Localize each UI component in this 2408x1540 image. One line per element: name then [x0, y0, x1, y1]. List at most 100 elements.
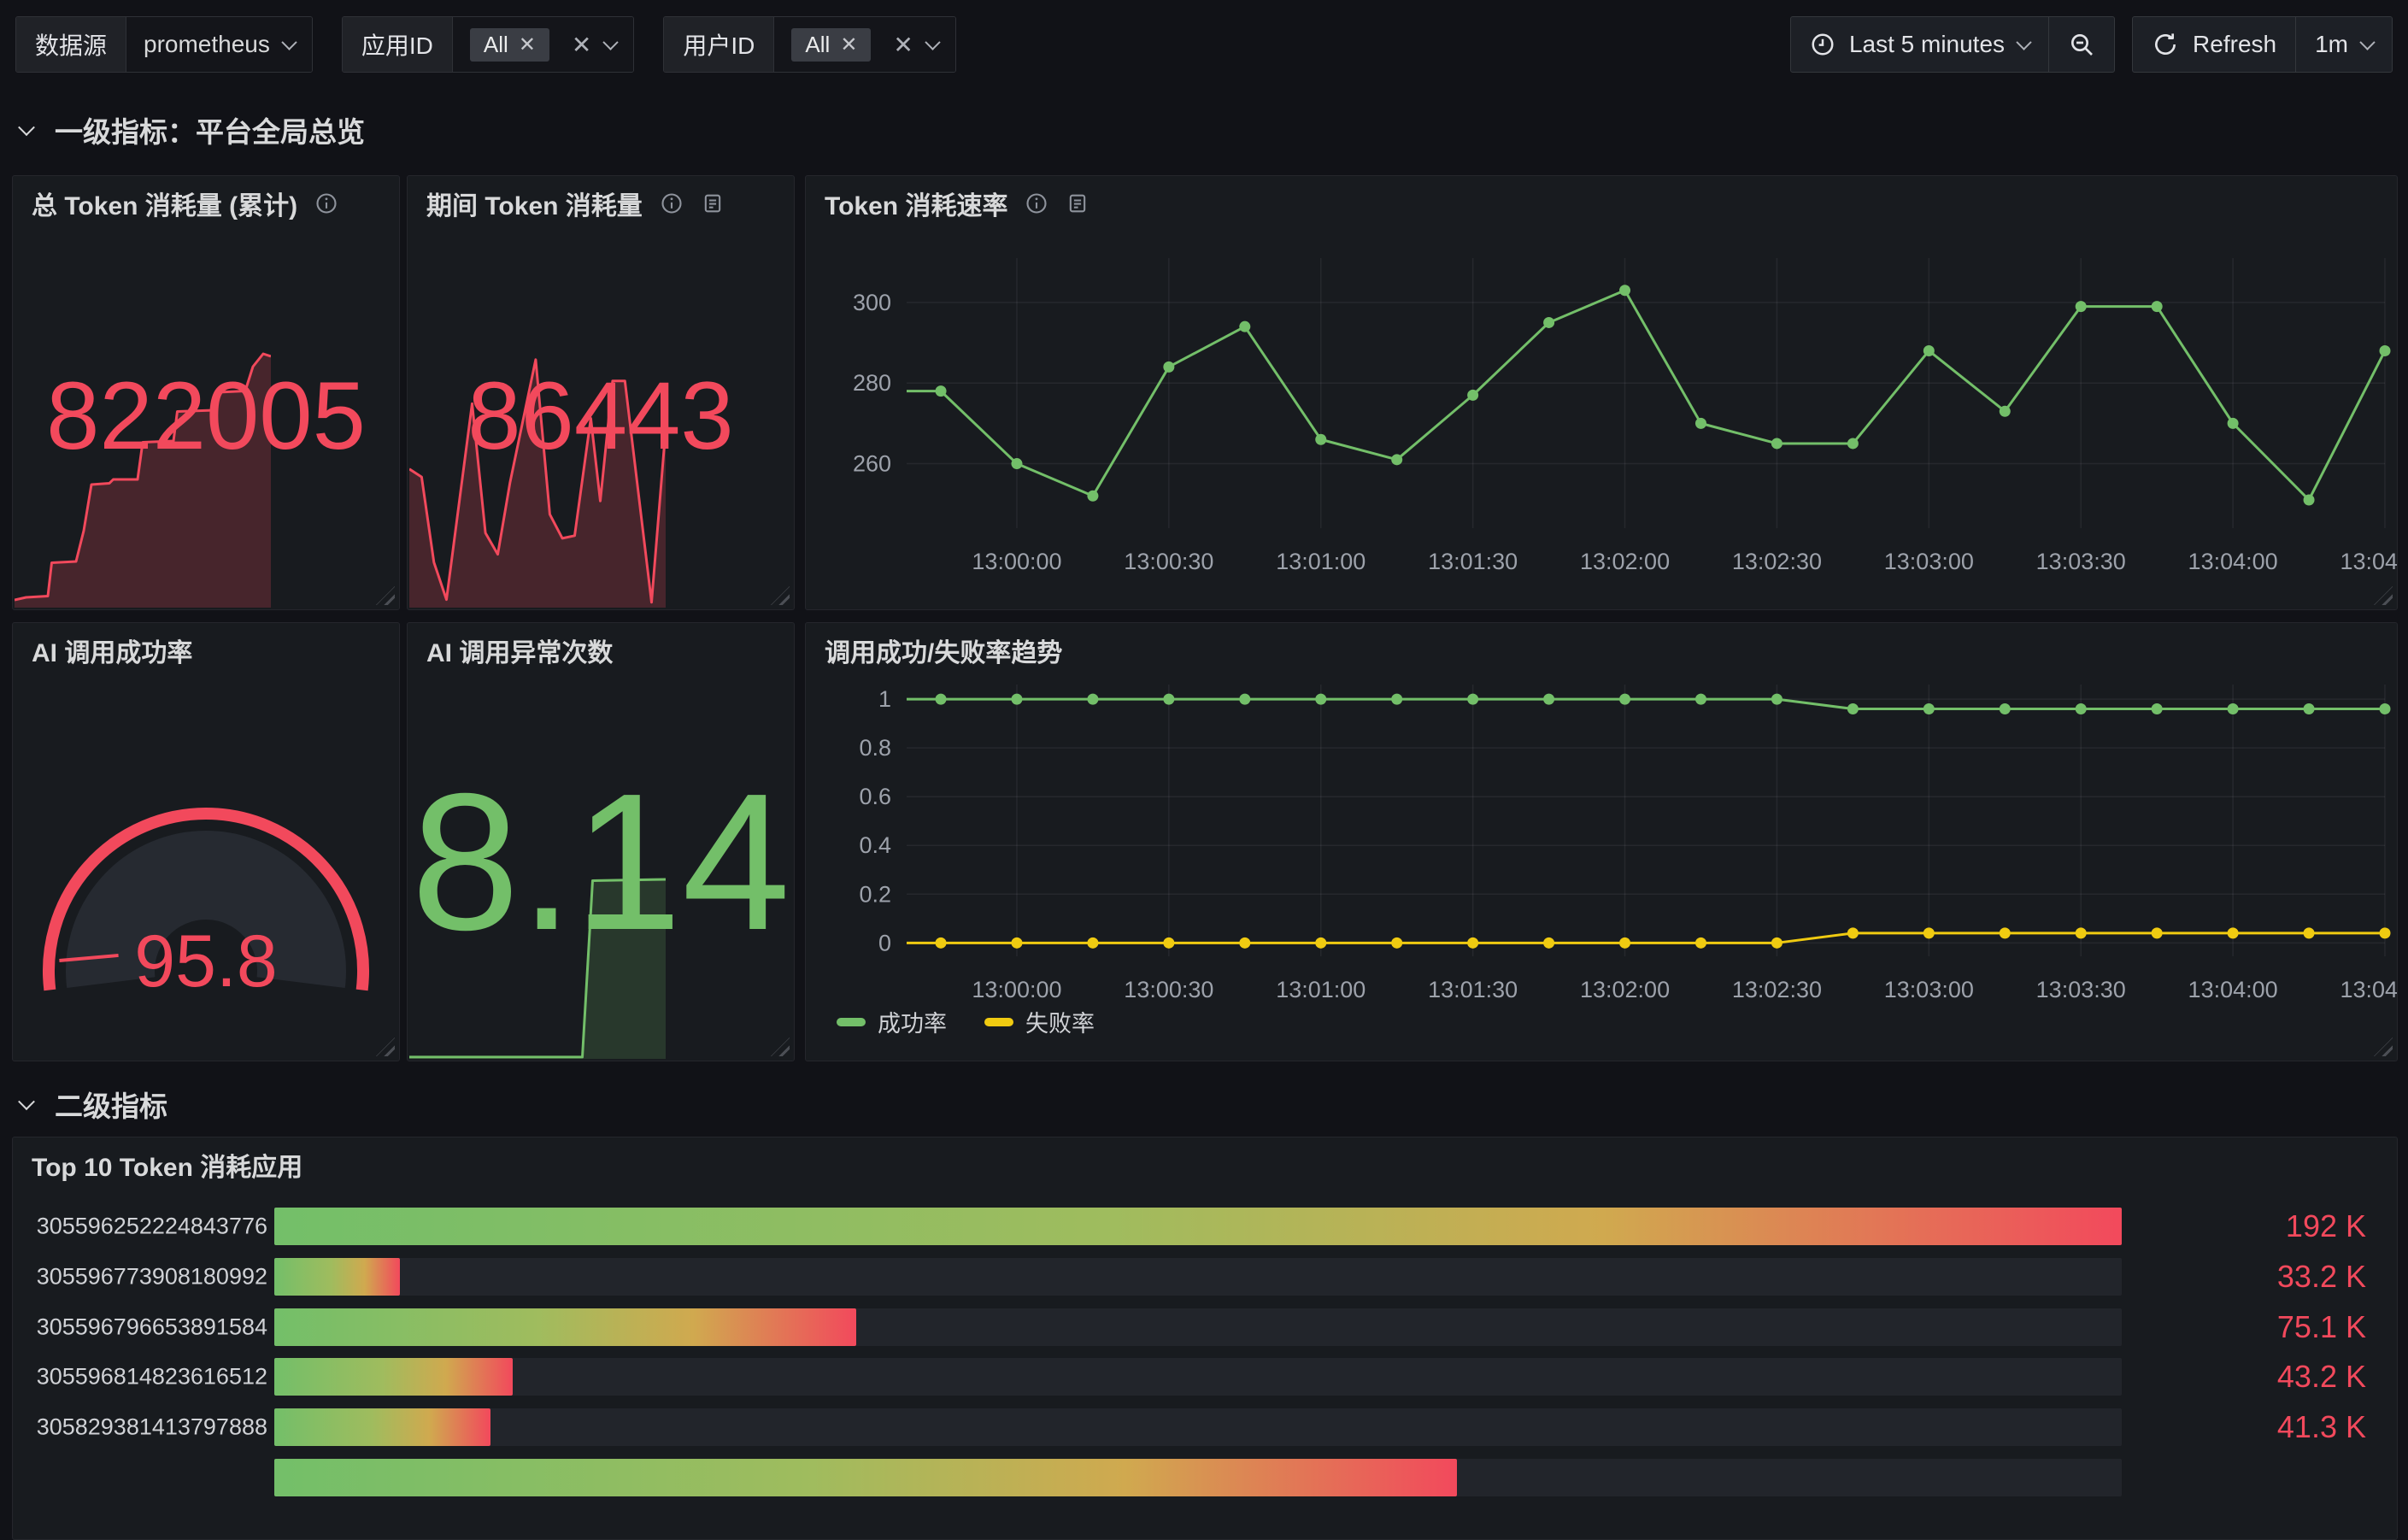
legend-label: 失败率 — [1025, 1005, 1095, 1038]
svg-text:0: 0 — [878, 930, 891, 955]
legend-label: 成功率 — [878, 1005, 947, 1038]
datasource-label: 数据源 — [16, 17, 126, 72]
filter-app-id-chip[interactable]: All ✕ — [470, 28, 549, 62]
datasource-picker: 数据源 prometheus — [15, 16, 313, 73]
bar-category-label: 305596252224843776 — [18, 1214, 267, 1240]
chevron-down-icon — [925, 34, 940, 50]
zoom-out-button[interactable] — [2048, 17, 2114, 72]
stat-value: 822005 — [13, 361, 399, 471]
info-icon[interactable] — [1025, 191, 1048, 215]
panel-title[interactable]: 调用成功/失败率趋势 — [825, 632, 1062, 669]
section-secondary-header[interactable]: 二级指标 — [21, 1084, 167, 1125]
bar-track — [274, 1408, 2122, 1446]
x-tick-label: 13:04:30 — [2340, 977, 2397, 1002]
bar-track — [274, 1358, 2122, 1396]
x-tick-label: 13:03:30 — [2036, 977, 2126, 1002]
section-title: 一级指标：平台全局总览 — [55, 109, 365, 150]
time-range-button[interactable]: Last 5 minutes — [1791, 17, 2048, 72]
panel-success-gauge: AI 调用成功率 95.8 — [12, 622, 400, 1061]
x-tick-label: 13:01:00 — [1276, 977, 1366, 1002]
filter-user-id-select[interactable]: All ✕ ✕ — [774, 17, 954, 72]
filter-user-id-chip[interactable]: All ✕ — [791, 28, 871, 62]
info-icon[interactable] — [314, 191, 338, 215]
bar-category-label: 305829381413797888 — [18, 1414, 267, 1441]
refresh-interval-value: 1m — [2315, 31, 2348, 58]
panel-links-icon[interactable] — [701, 191, 725, 215]
panel-title[interactable]: Top 10 Token 消耗应用 — [32, 1146, 302, 1184]
panel-title[interactable]: AI 调用异常次数 — [426, 632, 613, 669]
svg-text:0.8: 0.8 — [859, 735, 891, 761]
chevron-down-icon — [2016, 34, 2031, 50]
chip-text: All — [805, 32, 830, 58]
panel-error-count: AI 调用异常次数 8.14 — [407, 622, 795, 1061]
svg-text:0.4: 0.4 — [859, 832, 891, 858]
x-tick-label: 13:03:00 — [1884, 977, 1974, 1002]
bar-value: 75.1 K — [2144, 1309, 2366, 1345]
legend-item[interactable]: 成功率 — [837, 1005, 947, 1038]
close-icon[interactable]: ✕ — [840, 32, 857, 57]
x-tick-label: 13:02:00 — [1580, 977, 1670, 1002]
resize-handle[interactable] — [376, 586, 395, 605]
bar-category-label: 305596773908180992 — [18, 1263, 267, 1290]
clear-filter-icon[interactable]: ✕ — [572, 31, 591, 59]
bar-track — [274, 1308, 2122, 1346]
x-tick-label: 13:03:00 — [1884, 549, 1974, 574]
refresh-interval-select[interactable]: 1m — [2295, 17, 2392, 72]
chart-svg: 26028030013:00:0013:00:3013:01:0013:01:3… — [806, 176, 2397, 609]
x-tick-label: 13:01:30 — [1428, 549, 1518, 574]
bar-gauge-rows: 305596252224843776 192 K 30559677390818099… — [13, 1137, 2397, 1539]
panel-header: 期间 Token 消耗量 — [408, 176, 794, 231]
bar-row: 305596252224843776 192 K — [13, 1208, 2397, 1245]
refresh-icon — [2152, 31, 2179, 58]
bar-value: 43.2 K — [2144, 1359, 2366, 1395]
clear-filter-icon[interactable]: ✕ — [893, 31, 913, 59]
x-tick-label: 13:04:00 — [2188, 977, 2278, 1002]
legend-swatch — [837, 1018, 866, 1026]
filter-app-id-select[interactable]: All ✕ ✕ — [453, 17, 633, 72]
datasource-select[interactable]: prometheus — [126, 17, 312, 72]
bar-track — [274, 1258, 2122, 1296]
resize-handle[interactable] — [771, 586, 790, 605]
legend-item[interactable]: 失败率 — [984, 1005, 1095, 1038]
bar-row: 30559679665389158475.1 K — [13, 1308, 2397, 1346]
panel-title[interactable]: Token 消耗速率 — [825, 185, 1007, 222]
close-icon[interactable]: ✕ — [519, 32, 536, 57]
trend-chart: 00.20.40.60.8113:00:0013:00:3013:01:0013… — [806, 623, 2397, 1061]
clock-icon — [1810, 32, 1835, 57]
panel-title[interactable]: AI 调用成功率 — [32, 632, 192, 669]
refresh-button[interactable]: Refresh — [2133, 17, 2295, 72]
panel-links-icon[interactable] — [1066, 191, 1089, 215]
filter-user-id-label: 用户ID — [664, 17, 774, 72]
bar-value: 41.3 K — [2144, 1409, 2366, 1445]
chart-legend: 成功率 失败率 — [837, 1005, 1095, 1038]
time-picker-group: Last 5 minutes — [1790, 16, 2115, 73]
x-tick-label: 13:00:00 — [972, 549, 1061, 574]
panel-title[interactable]: 总 Token 消耗量 (累计) — [32, 185, 297, 222]
resize-handle[interactable] — [771, 1037, 790, 1056]
legend-swatch — [984, 1018, 1013, 1026]
panel-header: Token 消耗速率 — [806, 176, 2397, 231]
panel-header: 总 Token 消耗量 (累计) — [13, 176, 399, 231]
bar-fill — [274, 1208, 2122, 1245]
magnifier-minus-icon — [2068, 31, 2095, 58]
chevron-down-icon — [18, 1093, 35, 1110]
svg-text:0.2: 0.2 — [859, 881, 891, 907]
section-primary-header[interactable]: 一级指标：平台全局总览 — [21, 109, 365, 150]
section-title: 二级指标 — [55, 1084, 167, 1125]
panel-header: AI 调用异常次数 — [408, 623, 794, 678]
panel-header: Top 10 Token 消耗应用 — [13, 1137, 2397, 1192]
bar-fill — [274, 1258, 400, 1296]
x-tick-label: 13:00:00 — [972, 977, 1061, 1002]
bar-value: 192 K — [2144, 1208, 2366, 1244]
bar-fill — [274, 1358, 513, 1396]
svg-text:300: 300 — [853, 290, 891, 315]
bar-fill — [274, 1408, 490, 1446]
bar-fill — [274, 1308, 856, 1346]
chevron-down-icon — [281, 34, 297, 50]
x-tick-label: 13:03:30 — [2036, 549, 2126, 574]
info-icon[interactable] — [660, 191, 684, 215]
chevron-down-icon — [2359, 34, 2375, 50]
x-tick-label: 13:04:00 — [2188, 549, 2278, 574]
x-tick-label: 13:04:30 — [2340, 549, 2397, 574]
panel-title[interactable]: 期间 Token 消耗量 — [426, 185, 643, 222]
